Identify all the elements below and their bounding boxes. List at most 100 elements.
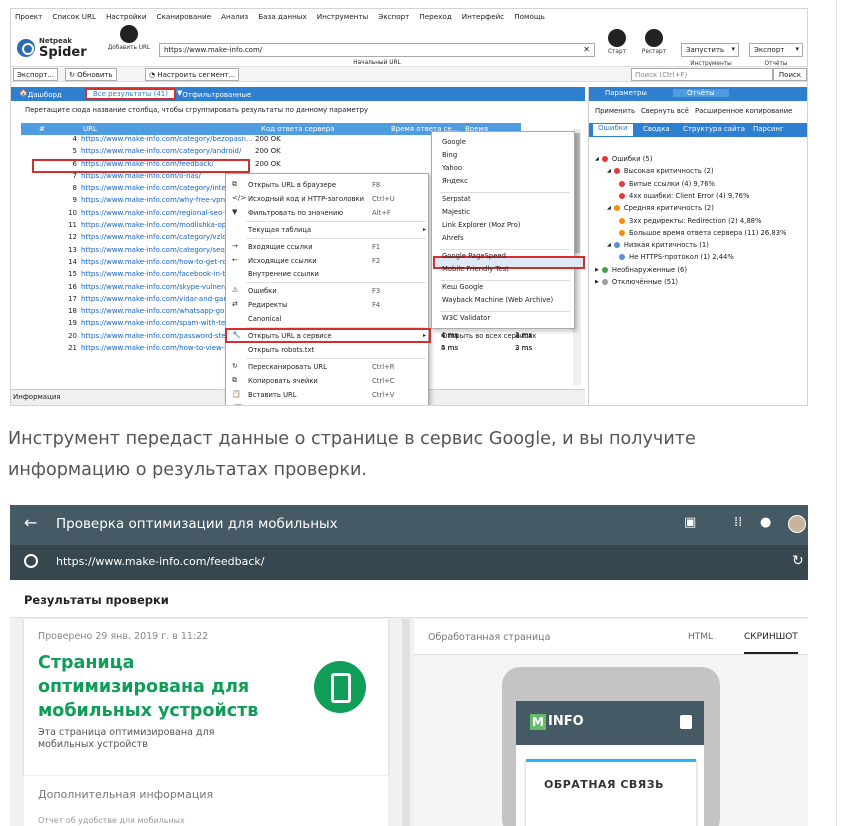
collapse-all-button[interactable]: Свернуть всё	[641, 107, 689, 115]
service-item[interactable]: Кеш Google	[442, 283, 483, 291]
expand-toggle-icon[interactable]: ◢	[607, 168, 611, 174]
service-item[interactable]: Serpstat	[442, 195, 471, 203]
menu-item[interactable]: Настройки	[106, 12, 147, 21]
add-url-button[interactable]: Добавить URL	[107, 25, 151, 51]
col-url[interactable]: URL	[83, 125, 97, 133]
restart-button[interactable]: Рестарт	[637, 29, 671, 55]
context-menu-item[interactable]: ↻ Пересканировать URL Ctrl+R	[226, 360, 430, 373]
service-item[interactable]: Wayback Machine (Web Archive)	[442, 296, 553, 304]
tree-node[interactable]: ▶ Отключённые (51)	[595, 278, 678, 286]
tree-node[interactable]: ◢ Высокая критичность (2)	[607, 167, 714, 175]
export-button[interactable]: Экспорт...	[13, 68, 59, 81]
context-menu: ⧉ Открыть URL в браузере F8 </> Исходный код…	[225, 173, 431, 406]
refresh-icon[interactable]: ↻	[792, 553, 804, 569]
tree-node[interactable]: 3xx редиректы: Redirection (2) 4,88%	[619, 217, 761, 225]
context-menu-item[interactable]: ← Исходящие ссылки F2	[226, 254, 430, 267]
menu-item[interactable]: Список URL	[52, 12, 96, 21]
expand-toggle-icon[interactable]: ▶	[595, 267, 599, 273]
notifications-icon[interactable]: ●	[760, 515, 771, 530]
tree-node[interactable]: ◢ Низкая критичность (1)	[607, 241, 709, 249]
mobile-usability-link[interactable]: Отчет об удобстве для мобильных	[38, 816, 185, 825]
apply-button[interactable]: Применить	[595, 107, 635, 115]
menu-item-icon: ⧉	[232, 180, 237, 188]
start-button[interactable]: Старт	[603, 29, 631, 55]
subtab-structure[interactable]: Структура сайта	[683, 125, 745, 133]
expand-toggle-icon[interactable]: ◢	[607, 205, 611, 211]
tree-node[interactable]: ◢ Средняя критичность (2)	[607, 204, 714, 212]
menu-item[interactable]: Инструменты	[317, 12, 368, 21]
tree-node[interactable]: 4xx ошибки: Client Error (4) 9,76%	[619, 192, 749, 200]
context-menu-item[interactable]: ⌫ Очистить Delete	[226, 402, 430, 406]
context-menu-item[interactable]: ⧉ Копировать ячейки Ctrl+C	[226, 374, 430, 387]
clear-icon[interactable]: ✕	[583, 45, 590, 54]
menu-item[interactable]: Экспорт	[378, 12, 409, 21]
service-item[interactable]: Google PageSpeed	[442, 252, 506, 260]
search-input[interactable]: Поиск (Ctrl+F)	[631, 68, 773, 81]
col-num[interactable]: #	[39, 125, 45, 133]
context-menu-item[interactable]: ⇄ Редиректы F4	[226, 298, 430, 311]
tab-reports[interactable]: Отчёты	[673, 89, 729, 97]
subtab-summary[interactable]: Сводка	[643, 125, 670, 133]
menu-item[interactable]: Сканирование	[157, 12, 212, 21]
service-item[interactable]: Link Explorer (Moz Pro)	[442, 221, 520, 229]
table-row[interactable]: 6 https://www.make-info.com/feedback/200 …	[32, 158, 281, 173]
service-item[interactable]: Bing	[442, 151, 457, 159]
menu-item[interactable]: Анализ	[221, 12, 248, 21]
service-item[interactable]: W3C Validator	[442, 314, 490, 322]
service-item[interactable]: Majestic	[442, 208, 470, 216]
menu-item[interactable]: Интерфейс	[462, 12, 504, 21]
service-item[interactable]: Yahoo	[442, 164, 462, 172]
menu-item[interactable]: Помощь	[514, 12, 545, 21]
menu-item[interactable]: Переход	[419, 12, 451, 21]
back-arrow-icon[interactable]: ←	[24, 513, 37, 532]
start-url-input[interactable]: https://www.make-info.com/ ✕	[159, 43, 595, 57]
menu-item[interactable]: База данных	[258, 12, 307, 21]
tab-html[interactable]: HTML	[688, 632, 713, 642]
globe-icon	[24, 554, 38, 568]
refresh-button[interactable]: ↻ Обновить	[65, 68, 117, 81]
menu-item-label: Открыть URL в браузере	[248, 181, 337, 189]
tree-node[interactable]: Большое время ответа сервера (11) 26,83%	[619, 229, 786, 237]
subtab-parsing[interactable]: Парсинг	[753, 125, 784, 133]
tree-node[interactable]: Битые ссылки (4) 9,76%	[619, 180, 715, 188]
context-menu-item[interactable]: Открыть robots.txt	[226, 343, 430, 356]
context-menu-item[interactable]: </> Исходный код и HTTP-заголовки Ctrl+U	[226, 192, 430, 205]
tree-node[interactable]: ▶ Необнаруженные (6)	[595, 266, 687, 274]
launch-dropdown[interactable]: Запустить	[681, 43, 739, 57]
tab-all-results[interactable]: Все результаты (41)	[85, 88, 176, 100]
service-item[interactable]: Открыть во всех сервисах	[442, 332, 536, 340]
export-dropdown[interactable]: Экспорт	[749, 43, 803, 57]
service-item[interactable]: Яндекс	[442, 177, 468, 185]
context-menu-item[interactable]: Текущая таблица ▸	[226, 223, 430, 236]
menu-item[interactable]: Проект	[15, 12, 42, 21]
feedback-icon[interactable]: ▣	[684, 515, 696, 530]
subtab-errors[interactable]: Ошибки	[593, 124, 633, 136]
segment-button[interactable]: ◔ Настроить сегмент...	[145, 68, 240, 81]
expand-toggle-icon[interactable]: ◢	[607, 242, 611, 248]
context-menu-item[interactable]: → Входящие ссылки F1	[226, 240, 430, 253]
context-menu-item[interactable]: 📋 Вставить URL Ctrl+V	[226, 388, 430, 401]
tree-node[interactable]: Не HTTPS-протокол (1) 2,44%	[619, 253, 734, 261]
tree-node[interactable]: ◢ Ошибки (5)	[595, 155, 652, 163]
context-menu-item[interactable]: Canonical	[226, 312, 430, 325]
context-menu-item[interactable]: 🔧 Открыть URL в сервисе ▸	[225, 328, 431, 343]
context-menu-item[interactable]: ▼ Фильтровать по значению Alt+F	[226, 206, 430, 219]
expand-toggle-icon[interactable]: ◢	[595, 156, 599, 162]
expand-toggle-icon[interactable]: ▶	[595, 279, 599, 285]
search-button[interactable]: Поиск	[773, 68, 807, 81]
advanced-copy-button[interactable]: Расширенное копирование	[695, 107, 792, 115]
tab-dashboard[interactable]: 🏠 Дашборд	[19, 89, 62, 99]
service-item[interactable]: Google	[442, 138, 466, 146]
context-menu-item[interactable]: Внутренние ссылки	[226, 267, 430, 280]
avatar[interactable]	[788, 515, 806, 533]
tab-filtered[interactable]: ▼ Отфильтрованные результаты	[177, 89, 251, 107]
apps-grid-icon[interactable]: ⁞⁞	[734, 515, 742, 530]
col-code[interactable]: Код ответа сервера	[261, 125, 334, 133]
tab-screenshot[interactable]: СКРИНШОТ	[744, 632, 798, 654]
context-menu-item[interactable]: ⚠ Ошибки F3	[226, 284, 430, 297]
service-item[interactable]: Mobile Friendly Test	[442, 265, 509, 273]
service-item[interactable]: Ahrefs	[442, 234, 464, 242]
context-menu-item[interactable]: ⧉ Открыть URL в браузере F8	[226, 178, 430, 191]
tab-params[interactable]: Параметры	[605, 89, 647, 97]
left-scrollbar[interactable]	[402, 619, 410, 826]
